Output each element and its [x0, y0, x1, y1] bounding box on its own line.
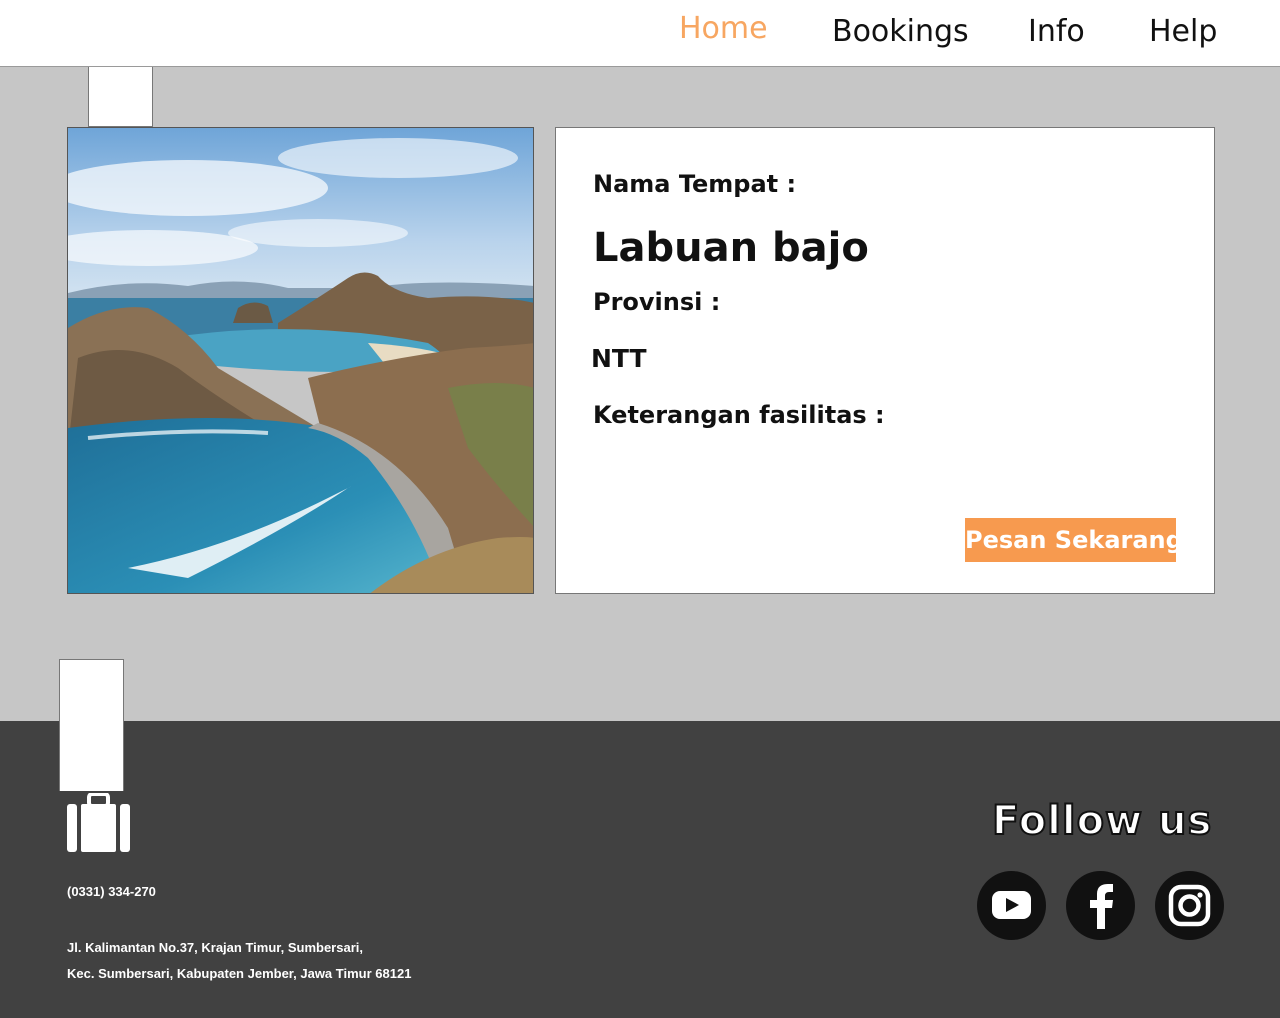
name-label: Nama Tempat :: [593, 170, 797, 198]
instagram-button[interactable]: [1155, 871, 1224, 940]
nav-bookings[interactable]: Bookings: [832, 14, 969, 49]
destination-name: Labuan bajo: [593, 225, 869, 271]
destination-info-card: Nama Tempat : Labuan bajo Provinsi : NTT…: [555, 127, 1215, 594]
nav-info[interactable]: Info: [1028, 14, 1085, 49]
footer-logo-tab: [59, 659, 124, 791]
footer-address-line1: Jl. Kalimantan No.37, Krajan Timur, Sumb…: [67, 940, 363, 955]
instagram-icon: [1168, 884, 1211, 927]
youtube-button[interactable]: [977, 871, 1046, 940]
nav-home[interactable]: Home: [679, 11, 768, 46]
province-value: NTT: [591, 344, 647, 373]
book-now-button[interactable]: Pesan Sekarang: [965, 518, 1183, 562]
top-navigation: Home Bookings Info Help: [0, 0, 1280, 67]
facebook-icon: [1090, 884, 1113, 929]
footer-address-line2: Kec. Sumbersari, Kabupaten Jember, Jawa …: [67, 966, 412, 981]
facilities-label: Keterangan fasilitas :: [593, 401, 885, 429]
youtube-icon: [992, 891, 1031, 919]
nav-help[interactable]: Help: [1149, 14, 1217, 49]
province-label: Provinsi :: [593, 288, 721, 316]
logo-placeholder: [88, 67, 153, 127]
destination-photo: [67, 127, 534, 594]
facebook-button[interactable]: [1066, 871, 1135, 940]
landscape-image: [68, 128, 533, 593]
footer-phone: (0331) 334-270: [67, 884, 156, 899]
suitcase-icon: [67, 792, 130, 858]
follow-us-heading: Follow us: [991, 797, 1213, 845]
